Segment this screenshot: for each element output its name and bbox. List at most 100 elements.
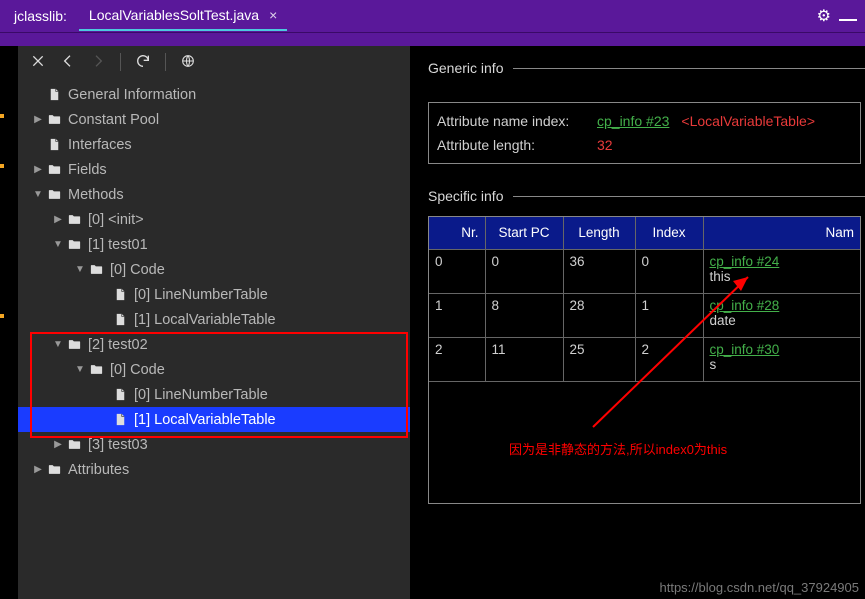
folder-icon <box>46 162 62 178</box>
attr-name-value: <LocalVariableTable> <box>681 113 815 129</box>
minimize-button[interactable] <box>839 11 857 21</box>
app-name: jclasslib: <box>8 8 73 24</box>
tree-item-label: [1] test01 <box>88 237 148 253</box>
table-cell: 11 <box>485 337 563 381</box>
caret-down-icon[interactable]: ▼ <box>32 189 44 200</box>
tree-item[interactable]: [0] LineNumberTable <box>18 282 410 307</box>
cp-info-link[interactable]: cp_info #28 <box>710 298 855 313</box>
refresh-icon[interactable] <box>135 53 151 72</box>
specific-info-header: Specific info <box>428 188 865 204</box>
toolbar <box>18 46 410 78</box>
table-header[interactable]: Nr. <box>429 217 485 249</box>
table-cell: 2 <box>635 337 703 381</box>
tree-item-label: [0] Code <box>110 262 165 278</box>
table-cell: 0 <box>485 249 563 293</box>
table-cell: 28 <box>563 293 635 337</box>
globe-icon[interactable] <box>180 53 196 72</box>
tree-item[interactable]: ▼ [2] test02 <box>18 332 410 357</box>
attr-length-label: Attribute length: <box>437 137 597 153</box>
folder-icon <box>66 337 82 353</box>
tree-item[interactable]: ▶ Attributes <box>18 457 410 482</box>
tree-item-label: Methods <box>68 187 124 203</box>
tree-item-label: Constant Pool <box>68 112 159 128</box>
tree-item[interactable]: Interfaces <box>18 132 410 157</box>
folder-icon <box>46 187 62 203</box>
attr-name-link[interactable]: cp_info #23 <box>597 113 669 129</box>
tree-item-label: Fields <box>68 162 107 178</box>
table-header[interactable]: Nam <box>703 217 860 249</box>
caret-down-icon[interactable]: ▼ <box>52 339 64 350</box>
table-cell: 1 <box>635 293 703 337</box>
table-cell: 8 <box>485 293 563 337</box>
caret-right-icon[interactable]: ▶ <box>52 439 64 450</box>
caret-right-icon[interactable]: ▶ <box>32 114 44 125</box>
folder-icon <box>66 237 82 253</box>
file-icon <box>46 87 62 103</box>
watermark: https://blog.csdn.net/qq_37924905 <box>660 580 860 595</box>
annotation-text: 因为是非静态的方法,所以index0为this <box>509 439 727 458</box>
table-header[interactable]: Index <box>635 217 703 249</box>
tree-item[interactable]: ▼ [1] test01 <box>18 232 410 257</box>
table-row: 211252cp_info #30s <box>429 337 860 381</box>
table-cell-name: cp_info #28date <box>703 293 860 337</box>
purple-strip <box>0 32 865 46</box>
editor-tab[interactable]: LocalVariablesSoltTest.java × <box>79 1 287 31</box>
attr-name-label: Attribute name index: <box>437 113 597 129</box>
tree-item-label: [0] Code <box>110 362 165 378</box>
tree-item[interactable]: ▶ [0] <init> <box>18 207 410 232</box>
table-header[interactable]: Length <box>563 217 635 249</box>
var-name: date <box>710 313 736 328</box>
tree-item[interactable]: ▼ Methods <box>18 182 410 207</box>
folder-icon <box>66 212 82 228</box>
folder-icon <box>88 262 104 278</box>
caret-right-icon[interactable]: ▶ <box>32 164 44 175</box>
table-row: 00360cp_info #24this <box>429 249 860 293</box>
table-cell: 0 <box>635 249 703 293</box>
tree-item-label: [2] test02 <box>88 337 148 353</box>
table-cell: 1 <box>429 293 485 337</box>
tree-item[interactable]: [1] LocalVariableTable <box>18 307 410 332</box>
tree-item-label: [0] <init> <box>88 212 144 228</box>
tree-item[interactable]: ▼ [0] Code <box>18 257 410 282</box>
file-icon <box>112 387 128 403</box>
tree-item[interactable]: [0] LineNumberTable <box>18 382 410 407</box>
tree-item-label: Interfaces <box>68 137 132 153</box>
detail-pane: Generic info Attribute name index: cp_in… <box>410 46 865 599</box>
tree-item[interactable]: ▼ [0] Code <box>18 357 410 382</box>
close-icon[interactable]: × <box>269 7 277 23</box>
cp-info-link[interactable]: cp_info #24 <box>710 254 855 269</box>
file-icon <box>112 287 128 303</box>
tree-item-label: Attributes <box>68 462 129 478</box>
caret-down-icon[interactable]: ▼ <box>52 239 64 250</box>
attr-length-value: 32 <box>597 137 613 153</box>
var-name: s <box>710 357 717 372</box>
tree-item[interactable]: [1] LocalVariableTable <box>18 407 410 432</box>
back-icon[interactable] <box>60 53 76 72</box>
cp-info-link[interactable]: cp_info #30 <box>710 342 855 357</box>
folder-icon <box>66 437 82 453</box>
caret-down-icon[interactable]: ▼ <box>74 364 86 375</box>
gear-icon[interactable]: ⚙ <box>817 6 831 26</box>
tree-pane: General Information ▶ Constant Pool Interfa… <box>18 46 410 599</box>
table-cell: 36 <box>563 249 635 293</box>
table-cell-name: cp_info #24this <box>703 249 860 293</box>
caret-right-icon[interactable]: ▶ <box>52 214 64 225</box>
close-icon[interactable] <box>30 53 46 72</box>
file-icon <box>112 412 128 428</box>
caret-right-icon[interactable]: ▶ <box>32 464 44 475</box>
table-cell: 2 <box>429 337 485 381</box>
table-cell: 0 <box>429 249 485 293</box>
tree-item[interactable]: ▶ Constant Pool <box>18 107 410 132</box>
titlebar: jclasslib: LocalVariablesSoltTest.java ×… <box>0 0 865 32</box>
table-header[interactable]: Start PC <box>485 217 563 249</box>
table-row: 18281cp_info #28date <box>429 293 860 337</box>
caret-down-icon[interactable]: ▼ <box>74 264 86 275</box>
generic-info-header: Generic info <box>428 60 865 76</box>
tree-item[interactable]: General Information <box>18 82 410 107</box>
table-cell-name: cp_info #30s <box>703 337 860 381</box>
var-name: this <box>710 269 731 284</box>
localvar-table: Nr.Start PCLengthIndexNam 00360cp_info #… <box>428 216 861 504</box>
tree-item[interactable]: ▶ [3] test03 <box>18 432 410 457</box>
tree-item-label: [3] test03 <box>88 437 148 453</box>
tree-item[interactable]: ▶ Fields <box>18 157 410 182</box>
